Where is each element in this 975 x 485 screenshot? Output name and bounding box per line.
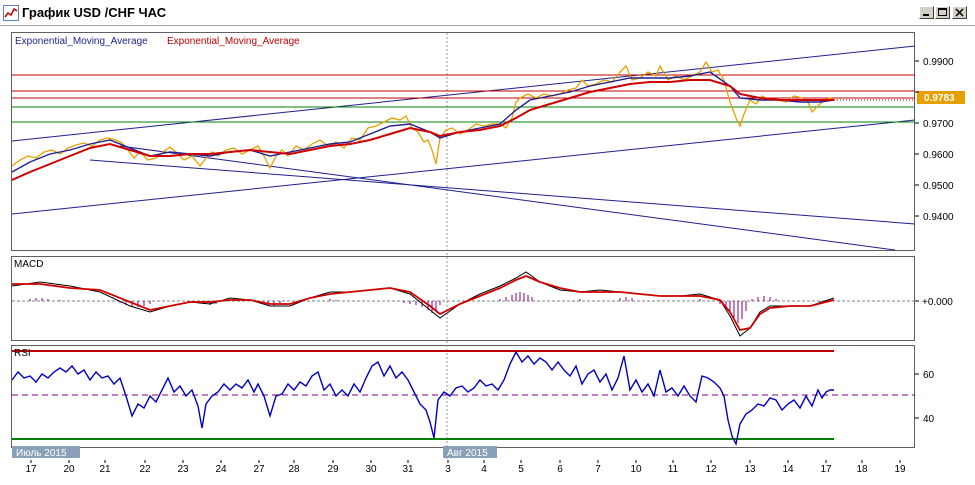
rsi-tick-60: 60	[923, 370, 935, 381]
day-label: 31	[402, 464, 414, 475]
rsi-tick-40: 40	[923, 414, 935, 425]
window-title: График USD /CHF ЧАС	[22, 5, 167, 20]
day-label: 10	[630, 464, 642, 475]
day-label: 23	[177, 464, 189, 475]
day-label: 11	[668, 464, 679, 475]
day-label: 12	[705, 464, 717, 475]
day-label: 19	[894, 464, 906, 475]
maximize-button[interactable]	[935, 6, 950, 19]
day-label: 29	[327, 464, 339, 475]
ema-slow-label: Exponential_Moving_Average	[167, 36, 300, 47]
macd-zero-tick: +0.000	[922, 297, 953, 308]
time-axis-days: 17 20 21 22 23 24 27 28 29 30 31 3 4 5 6 7 10 11 12 13 14 17 1…	[25, 460, 906, 475]
day-label: 24	[215, 464, 227, 475]
rsi-pane[interactable]	[11, 345, 915, 448]
day-label: 28	[288, 464, 300, 475]
price-tick-0: 0.9900	[923, 57, 954, 68]
minimize-button[interactable]	[919, 6, 934, 19]
chart-canvas[interactable]: 0.9783 0.9900 0.9700 0.9600 0.9500 0.940…	[0, 26, 975, 485]
day-label: 7	[595, 464, 601, 475]
price-pane[interactable]	[11, 32, 915, 251]
ema-fast-label: Exponential_Moving_Average	[15, 36, 148, 47]
day-label: 4	[481, 464, 487, 475]
month-label-july: Июль 2015	[16, 448, 67, 459]
chart-app-icon	[3, 5, 19, 21]
rsi-label: RSI	[14, 348, 31, 359]
price-tick-5: 0.9400	[923, 212, 954, 223]
day-label: 22	[139, 464, 151, 475]
day-label: 13	[744, 464, 756, 475]
maximize-icon	[938, 8, 947, 16]
chart-client-area[interactable]: 0.9783 0.9900 0.9700 0.9600 0.9500 0.940…	[0, 26, 975, 485]
price-axis: 0.9900 0.9700 0.9600 0.9500 0.9400	[915, 57, 954, 223]
day-label: 6	[557, 464, 563, 475]
price-tick-4: 0.9500	[923, 181, 954, 192]
day-label: 17	[820, 464, 832, 475]
day-label: 14	[782, 464, 794, 475]
window-title-bar[interactable]: График USD /CHF ЧАС	[0, 0, 975, 26]
month-label-aug: Авг 2015	[447, 448, 488, 459]
day-label: 5	[518, 464, 524, 475]
macd-pane[interactable]	[11, 256, 915, 341]
close-button[interactable]	[952, 6, 967, 19]
price-tick-3: 0.9600	[923, 150, 954, 161]
day-label: 17	[25, 464, 37, 475]
current-price-value: 0.9783	[924, 93, 955, 104]
price-tick-2: 0.9700	[923, 119, 954, 130]
day-label: 27	[253, 464, 265, 475]
day-label: 18	[856, 464, 868, 475]
day-label: 21	[99, 464, 111, 475]
day-label: 3	[445, 464, 451, 475]
day-label: 20	[63, 464, 75, 475]
close-icon	[955, 8, 964, 17]
minimize-icon	[923, 14, 929, 16]
macd-label: MACD	[14, 259, 43, 270]
day-label: 30	[365, 464, 377, 475]
